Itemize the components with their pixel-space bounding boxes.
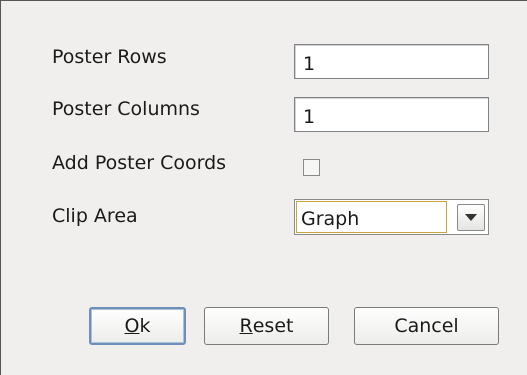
ok-label-rest: k	[139, 315, 151, 337]
poster-columns-label: Poster Columns	[52, 98, 200, 120]
add-poster-coords-label: Add Poster Coords	[52, 152, 227, 174]
poster-columns-input[interactable]: 1	[294, 97, 489, 132]
clip-area-value: Graph	[296, 201, 447, 233]
poster-options-dialog: Poster Rows 1 Poster Columns 1 Add Poste…	[0, 0, 527, 375]
reset-label-rest: eset	[252, 315, 294, 337]
poster-rows-input[interactable]: 1	[294, 44, 489, 79]
chevron-down-icon	[465, 214, 477, 221]
cancel-button[interactable]: Cancel	[354, 307, 499, 345]
clip-area-dropdown-button[interactable]	[457, 204, 485, 231]
poster-rows-label: Poster Rows	[52, 46, 167, 68]
clip-area-select[interactable]: Graph	[294, 199, 489, 235]
reset-button[interactable]: Reset	[204, 307, 329, 345]
clip-area-label: Clip Area	[52, 205, 138, 227]
add-poster-coords-checkbox[interactable]	[303, 159, 320, 176]
reset-mnemonic: R	[239, 315, 253, 337]
ok-button[interactable]: Ok	[89, 307, 186, 345]
ok-mnemonic: O	[124, 315, 140, 337]
